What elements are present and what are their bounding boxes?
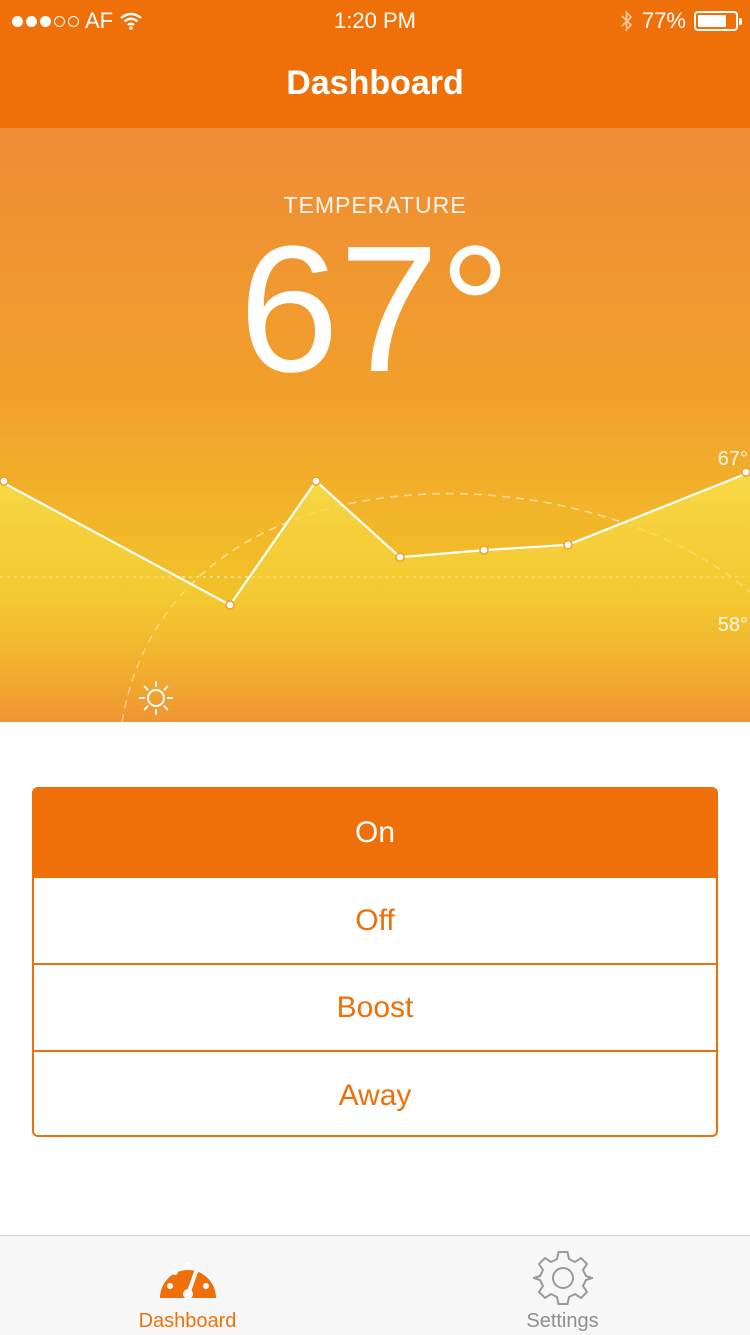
tab-dashboard-label: Dashboard xyxy=(138,1310,237,1332)
tab-dashboard[interactable]: Dashboard xyxy=(0,1236,375,1335)
chart-point-3 xyxy=(395,552,405,562)
chart-point-2 xyxy=(311,476,321,486)
mode-away-button[interactable]: Away xyxy=(34,1052,716,1135)
mode-off-button[interactable]: Off xyxy=(34,878,716,965)
gear-icon xyxy=(533,1251,593,1305)
mode-boost-button[interactable]: Boost xyxy=(34,965,716,1052)
chart-point-5 xyxy=(563,540,573,550)
status-bar: AF 1:20 PM 77% xyxy=(0,0,750,40)
tab-settings-label: Settings xyxy=(526,1310,599,1332)
page-title: Dashboard xyxy=(286,64,464,102)
temperature-chart xyxy=(0,467,750,722)
high-temp-label: 67° xyxy=(717,448,748,470)
low-temp-label: 58° xyxy=(717,614,748,636)
bluetooth-icon xyxy=(621,10,633,32)
battery-percent: 77% xyxy=(641,8,686,33)
chart-point-1 xyxy=(225,600,235,610)
sun-icon xyxy=(139,681,173,715)
dashboard-gauge-icon xyxy=(160,1262,216,1299)
mode-on-button[interactable]: On xyxy=(34,789,716,878)
tab-settings[interactable]: Settings xyxy=(375,1236,750,1335)
temperature-panel: TEMPERATURE 67° 67° 58° xyxy=(0,128,750,722)
battery-fill xyxy=(698,15,726,27)
navigation-bar: Dashboard xyxy=(0,40,750,128)
status-right: 77% xyxy=(620,8,742,34)
chart-area xyxy=(0,472,750,722)
mode-selector: On Off Boost Away xyxy=(32,787,718,1137)
battery-icon xyxy=(694,11,742,31)
chart-point-4 xyxy=(479,545,489,555)
chart-point-0 xyxy=(0,476,9,486)
tab-bar: Dashboard Settings xyxy=(0,1235,750,1335)
